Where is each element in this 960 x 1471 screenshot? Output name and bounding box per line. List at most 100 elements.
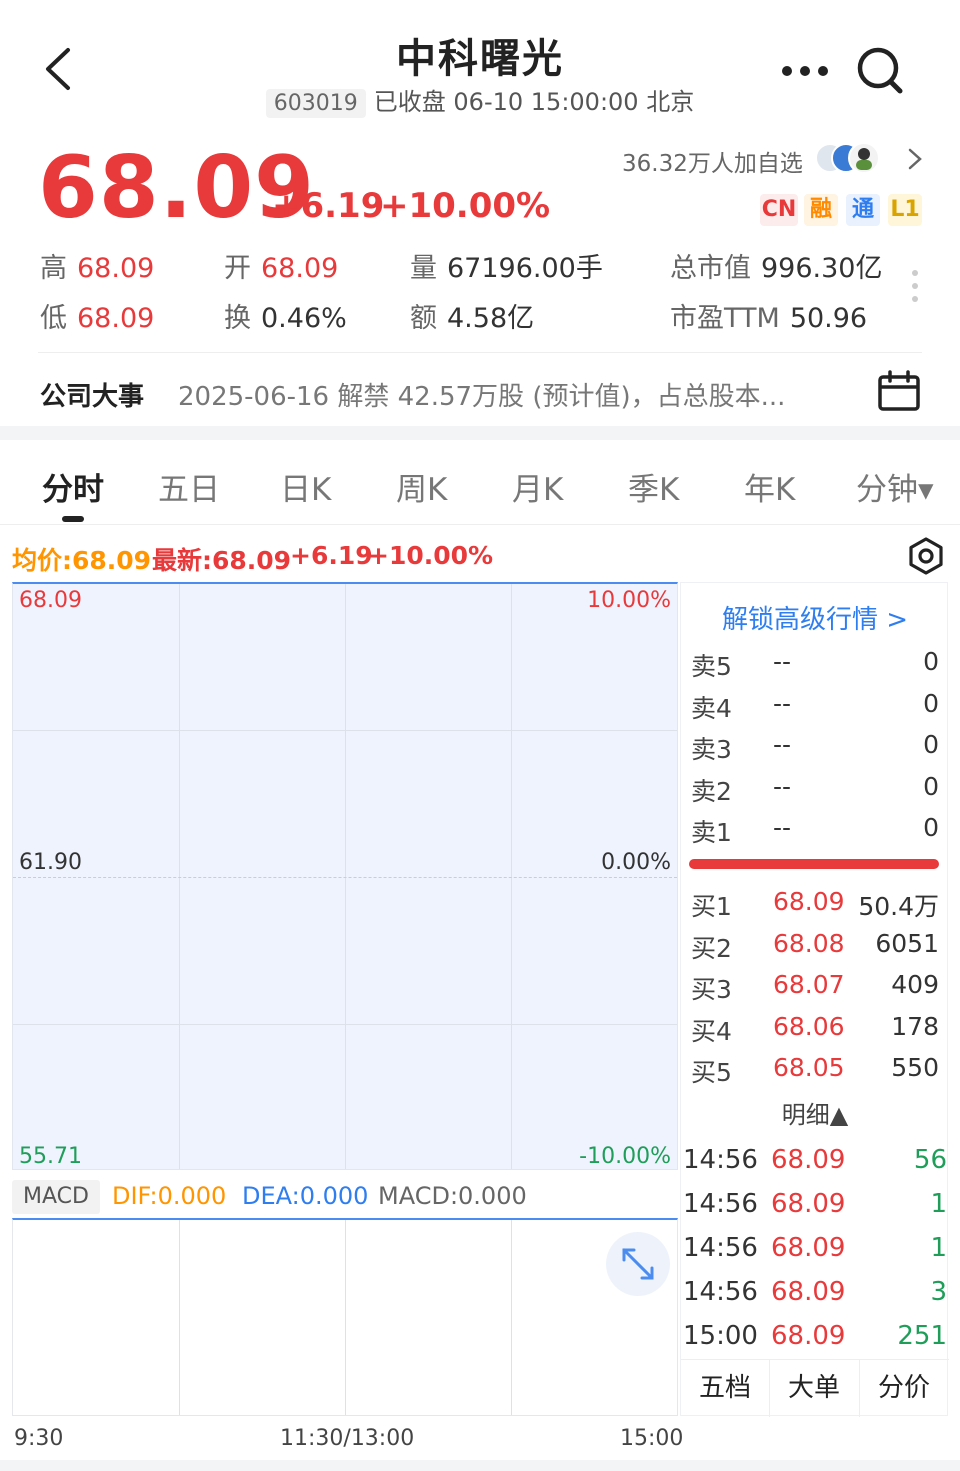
tick-time: 14:56 [683, 1277, 758, 1307]
tag-margin[interactable]: 融 [804, 194, 838, 226]
stats-expand-button[interactable] [910, 268, 920, 308]
stat-market-cap-label: 总市值 [670, 253, 751, 284]
tab-yearly-k[interactable]: 年K [744, 464, 795, 509]
bid-row: 买2 68.08 6051 [681, 929, 949, 969]
trade-tick-row: 14:56 68.09 56 [681, 1145, 949, 1185]
stat-low-label: 低 [40, 303, 67, 334]
stat-high: 高 68.09 [40, 246, 154, 285]
ask-row: 卖1 -- 0 [681, 813, 949, 853]
tab-intraday[interactable]: 分时 [42, 464, 104, 509]
grid-line [345, 1220, 346, 1415]
tab-weekly-k[interactable]: 周K [396, 464, 447, 509]
x-axis-label-midday: 11:30/13:00 [280, 1426, 415, 1451]
tab-indicator [62, 516, 84, 522]
bid-row: 买5 68.05 550 [681, 1053, 949, 1093]
stat-turnover-value: 0.46% [261, 303, 347, 334]
bid-volume: 178 [891, 1012, 939, 1041]
tick-volume: 1 [930, 1189, 947, 1219]
grid-line [13, 730, 677, 731]
macd-value: MACD:0.000 [378, 1182, 527, 1210]
order-book-panel: 解锁高级行情 > 卖5 -- 0 卖4 -- 0 卖3 -- 0 卖2 -- 0… [680, 582, 949, 1417]
company-events-label: 公司大事 [40, 382, 145, 412]
trade-detail-toggle[interactable]: 明细▲ [681, 1095, 949, 1130]
tick-volume: 56 [913, 1145, 947, 1175]
buy-sell-ratio-bar [689, 859, 939, 869]
stat-open-label: 开 [224, 253, 251, 284]
tab-monthly-k[interactable]: 月K [512, 464, 563, 509]
bid-label: 买1 [691, 892, 732, 921]
tick-time: 14:56 [683, 1145, 758, 1175]
tick-price: 68.09 [771, 1233, 846, 1263]
intraday-chart[interactable]: 68.09 61.90 55.71 10.00% 0.00% -10.00% [12, 582, 678, 1170]
tick-time: 14:56 [683, 1233, 758, 1263]
market-status: 已收盘 06-10 15:00:00 北京 [373, 88, 695, 116]
tab-minute[interactable]: 分钟▾ [856, 464, 934, 509]
fullscreen-button[interactable] [606, 1232, 670, 1296]
bid-price: 68.07 [773, 970, 845, 999]
bid-price: 68.06 [773, 1012, 845, 1041]
ask-row: 卖2 -- 0 [681, 772, 949, 812]
bid-label: 买2 [691, 934, 732, 963]
chart-change-percent: +10.00% [368, 541, 494, 570]
calendar-button[interactable] [876, 370, 922, 412]
ask-label: 卖4 [691, 694, 732, 723]
bid-row: 买1 68.09 50.4万 [681, 887, 949, 927]
tab-five-levels[interactable]: 五档 [681, 1359, 769, 1417]
ask-price: -- [773, 772, 792, 801]
followers-arrow[interactable] [904, 146, 926, 172]
stat-amount-value: 4.58亿 [447, 303, 535, 334]
more-button[interactable] [778, 56, 832, 86]
stat-amount-label: 额 [410, 303, 437, 334]
bid-price: 68.09 [773, 887, 845, 916]
ask-price: -- [773, 730, 792, 759]
stat-turnover: 换 0.46% [224, 296, 347, 335]
bid-volume: 6051 [875, 929, 939, 958]
stat-low-value: 68.09 [77, 303, 155, 334]
chart-avg-price: 均价:68.09 [12, 546, 152, 575]
stat-open: 开 68.09 [224, 246, 338, 285]
chart-settings-button[interactable] [906, 536, 946, 576]
y-axis-bottom-label: 55.71 [19, 1144, 82, 1169]
tab-large-orders[interactable]: 大单 [770, 1359, 858, 1417]
company-events-text[interactable]: 2025-06-16 解禁 42.57万股 (预计值)，占总股本... [178, 376, 848, 413]
tab-quarterly-k[interactable]: 季K [628, 464, 679, 509]
ask-volume: 0 [923, 730, 939, 759]
macd-indicator-button[interactable]: MACD [12, 1180, 100, 1214]
unlock-advanced-quotes-link[interactable]: 解锁高级行情 > [681, 599, 949, 636]
tick-price: 68.09 [771, 1277, 846, 1307]
gear-icon [909, 537, 943, 575]
tag-l1[interactable]: L1 [888, 194, 922, 226]
calendar-icon [878, 370, 920, 411]
avatar-icon [815, 142, 880, 174]
tag-cn[interactable]: CN [760, 194, 798, 226]
ask-volume: 0 [923, 813, 939, 842]
tab-daily-k[interactable]: 日K [280, 464, 331, 509]
divider [38, 352, 922, 353]
stat-open-value: 68.09 [261, 253, 339, 284]
tick-time: 15:00 [683, 1321, 758, 1351]
tab-five-day[interactable]: 五日 [158, 464, 220, 509]
x-axis-label-open: 9:30 [14, 1426, 64, 1451]
bid-label: 买5 [691, 1058, 732, 1087]
price-change: +6.19 [272, 186, 385, 226]
stat-volume: 量 67196.00手 [410, 246, 603, 285]
section-divider [0, 1460, 960, 1471]
stat-pe: 市盈TTM 50.96 [670, 296, 867, 335]
search-button[interactable] [852, 40, 912, 100]
ask-price: -- [773, 689, 792, 718]
more-dots-icon [782, 66, 828, 76]
tag-connect[interactable]: 通 [846, 194, 880, 226]
follower-avatars[interactable] [814, 138, 894, 178]
ask-label: 卖1 [691, 818, 732, 847]
pct-axis-bottom-label: -10.00% [579, 1144, 671, 1169]
tab-price-distribution[interactable]: 分价 [860, 1359, 948, 1417]
stat-volume-value: 67196.00手 [447, 253, 603, 284]
trade-tick-row: 14:56 68.09 1 [681, 1233, 949, 1273]
bid-volume: 409 [891, 970, 939, 999]
stock-subtitle: 603019 已收盘 06-10 15:00:00 北京 [0, 82, 960, 118]
stock-code: 603019 [265, 89, 366, 118]
macd-chart[interactable] [12, 1218, 678, 1416]
followers-count[interactable]: 36.32万人加自选 [622, 144, 803, 178]
x-axis-label-close: 15:00 [620, 1426, 684, 1451]
pct-axis-mid-label: 0.00% [601, 850, 671, 875]
